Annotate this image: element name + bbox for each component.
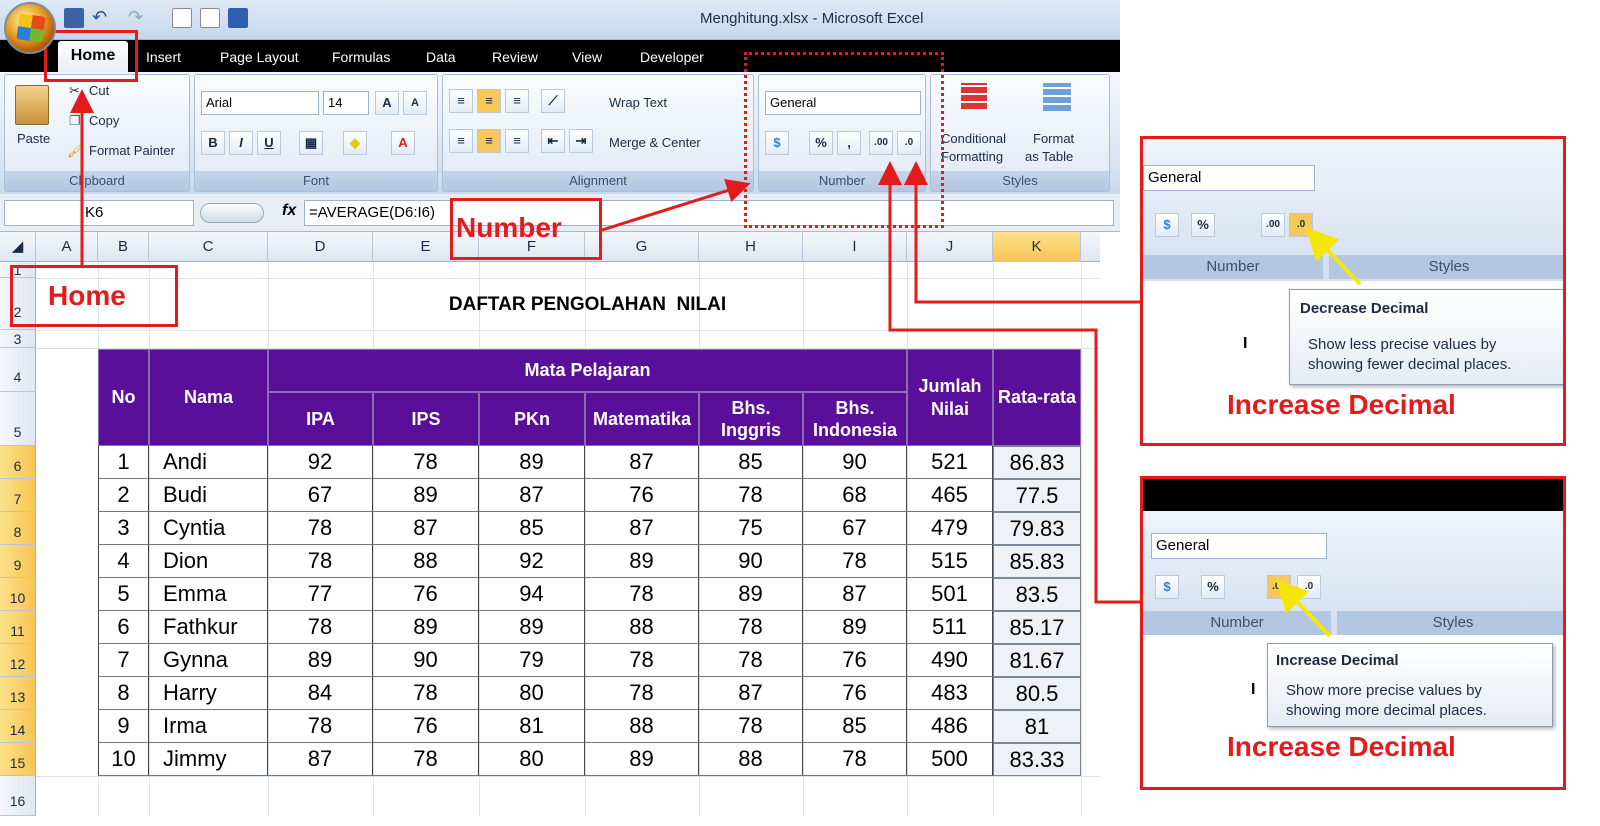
callout2-pointer-arrow	[1275, 579, 1332, 638]
office-button[interactable]	[4, 2, 56, 54]
callout1-pointer-arrow	[1305, 227, 1362, 286]
number-arrow	[601, 179, 751, 232]
decrease-decimal-arrow	[904, 161, 1140, 304]
increase-decimal-arrow	[878, 161, 1140, 604]
office-logo-icon	[16, 13, 46, 43]
annotation-arrows	[70, 89, 1362, 638]
